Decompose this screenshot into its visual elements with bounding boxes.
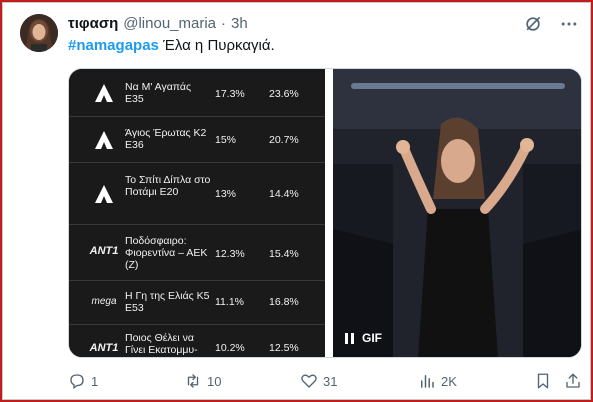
tweet-time[interactable]: 3h xyxy=(231,15,248,32)
gif-controls: GIF xyxy=(345,331,382,345)
author-name[interactable]: τιφαση xyxy=(68,15,118,32)
heart-icon xyxy=(301,374,317,388)
show-title: Το Σπίτι Δίπλα στο Ποτάμι Ε20 xyxy=(125,174,211,198)
share-icon xyxy=(566,373,580,388)
media-divider xyxy=(325,69,333,357)
alpha-logo-icon xyxy=(85,182,123,211)
share-value: 15.4% xyxy=(269,248,299,260)
retweet-button[interactable]: 10 xyxy=(184,372,221,390)
reply-count: 1 xyxy=(91,373,99,389)
retweet-icon xyxy=(187,374,199,388)
share-value: 16.8% xyxy=(269,296,299,308)
rating-value: 13% xyxy=(215,188,237,200)
alpha-logo-icon xyxy=(85,81,123,110)
ratings-row: mega Η Γη της Ελιάς Κ5 Ε53 11.1% 16.8% xyxy=(69,281,325,325)
pause-icon[interactable] xyxy=(345,332,354,344)
share-value: 12.5% xyxy=(269,342,299,354)
show-title: Ποιος Θέλει να Γίνει Εκατομμυ- xyxy=(125,332,198,356)
ratings-row: Το Σπίτι Δίπλα στο Ποτάμι Ε20 13% 14.4% xyxy=(69,163,325,225)
ratings-row: ANT1 Ποδόσφαιρο: Φιορεντίνα – ΑΕΚ (Ζ) 12… xyxy=(69,225,325,281)
show-title: Άγιος Έρωτας Κ2 Ε36 xyxy=(125,127,207,151)
share-button[interactable] xyxy=(564,372,582,390)
tweet-top-icons xyxy=(523,14,579,34)
ratings-row: Να Μ' Αγαπάς Ε35 17.3% 23.6% xyxy=(69,69,325,117)
mega-logo-icon: mega xyxy=(91,296,117,307)
views-icon xyxy=(421,375,434,388)
separator-dot: · xyxy=(221,14,227,32)
show-title: Ποδόσφαιρο: Φιορεντίνα – ΑΕΚ (Ζ) xyxy=(125,235,208,271)
tweet-actions: 1 10 31 2K xyxy=(68,372,582,394)
bookmark-button[interactable] xyxy=(534,372,552,390)
ratings-image[interactable]: Να Μ' Αγαπάς Ε35 17.3% 23.6% Άγιος Έρωτα… xyxy=(69,69,325,357)
retweet-count: 10 xyxy=(207,373,222,389)
reply-icon xyxy=(70,374,84,390)
rating-value: 15% xyxy=(215,134,237,146)
reply-button[interactable]: 1 xyxy=(68,372,98,390)
grok-icon[interactable] xyxy=(523,14,543,34)
share-value: 14.4% xyxy=(269,188,299,200)
rating-value: 11.1% xyxy=(215,296,244,308)
share-value: 20.7% xyxy=(269,134,299,146)
avatar[interactable] xyxy=(20,14,58,52)
like-count: 31 xyxy=(323,373,338,389)
ant1-logo-icon: ANT1 xyxy=(89,342,119,354)
views-button[interactable]: 2K xyxy=(418,372,457,390)
rating-value: 10.2% xyxy=(215,342,245,354)
like-button[interactable]: 31 xyxy=(300,372,337,390)
share-value: 23.6% xyxy=(269,88,299,100)
show-title: Η Γη της Ελιάς Κ5 Ε53 xyxy=(125,290,210,314)
hashtag-link[interactable]: #namagapas xyxy=(68,37,159,54)
show-title: Να Μ' Αγαπάς Ε35 xyxy=(125,81,192,105)
tweet-body: Έλα η Πυρκαγιά. xyxy=(158,37,275,54)
rating-value: 17.3% xyxy=(215,88,245,100)
gif-video[interactable]: GIF xyxy=(333,69,581,357)
ant1-logo-icon: ANT1 xyxy=(89,245,119,257)
avatar-image xyxy=(20,14,58,52)
author-handle[interactable]: @linou_maria xyxy=(123,15,216,32)
rating-value: 12.3% xyxy=(215,248,245,260)
gif-label: GIF xyxy=(362,331,382,345)
media-grid: Να Μ' Αγαπάς Ε35 17.3% 23.6% Άγιος Έρωτα… xyxy=(68,68,582,358)
tweet-text: #namagapas Έλα η Πυρκαγιά. xyxy=(68,37,275,54)
bookmark-icon xyxy=(537,373,549,389)
ratings-row: Άγιος Έρωτας Κ2 Ε36 15% 20.7% xyxy=(69,117,325,163)
views-count: 2K xyxy=(441,373,457,389)
alpha-logo-icon xyxy=(85,128,123,157)
gif-frame-image xyxy=(333,69,581,357)
ratings-row: ANT1 Ποιος Θέλει να Γίνει Εκατομμυ- 10.2… xyxy=(69,325,325,357)
more-options-icon[interactable] xyxy=(559,14,579,34)
tweet-header: τιφαση @linou_maria · 3h xyxy=(68,13,248,33)
